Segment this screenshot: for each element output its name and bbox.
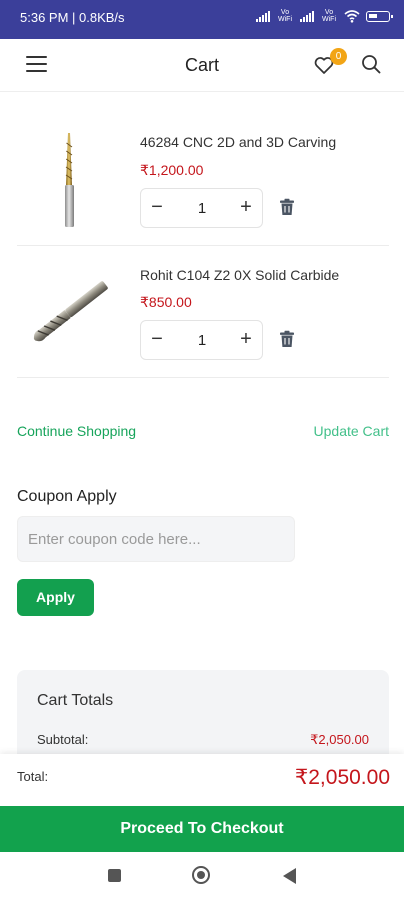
wifi-icon (344, 9, 360, 23)
total-label: Total: (17, 769, 49, 784)
decrease-quantity-button[interactable]: − (145, 328, 169, 352)
status-bar: 5:36 PM | 0.8KB/s Vo WiFi Vo WiFi (0, 0, 404, 39)
system-icons: Vo WiFi Vo WiFi (256, 9, 393, 23)
recent-apps-icon[interactable] (108, 869, 121, 882)
home-icon[interactable] (192, 866, 210, 884)
increase-quantity-button[interactable]: + (234, 328, 258, 352)
continue-shopping-link[interactable]: Continue Shopping (17, 423, 136, 439)
back-icon[interactable] (283, 868, 296, 884)
signal-icon (256, 10, 270, 22)
quantity-stepper: − 1 + (140, 188, 263, 228)
app-header: Cart 0 (0, 39, 404, 92)
product-image-carving-bit (65, 133, 74, 227)
signal-icon-2 (300, 10, 314, 22)
system-nav-bar (0, 852, 404, 900)
status-time: 5:36 PM | 0.8KB/s (20, 10, 125, 25)
volte-label: Vo WiFi (278, 9, 292, 23)
trash-icon[interactable] (279, 330, 295, 348)
quantity-value[interactable]: 1 (177, 200, 227, 217)
proceed-to-checkout-button[interactable]: Proceed To Checkout (0, 806, 404, 852)
subtotal-label: Subtotal: (37, 732, 89, 747)
battery-icon (366, 10, 393, 22)
cart-item: Rohit C104 Z2 0X Solid Carbide ₹850.00 −… (17, 245, 389, 378)
coupon-title: Coupon Apply (17, 488, 117, 505)
product-image-carbide-bit (33, 281, 108, 342)
cart-item: 46284 CNC 2D and 3D Carving ₹1,200.00 − … (17, 113, 389, 246)
decrease-quantity-button[interactable]: − (145, 196, 169, 220)
wishlist-count-badge: 0 (330, 48, 347, 65)
total-value: ₹2,050.00 (294, 766, 390, 789)
product-name[interactable]: 46284 CNC 2D and 3D Carving (140, 134, 336, 150)
quantity-value[interactable]: 1 (177, 332, 227, 349)
order-total-bar: Total: ₹2,050.00 (0, 754, 404, 806)
coupon-code-input[interactable] (17, 516, 295, 562)
apply-coupon-button[interactable]: Apply (17, 579, 94, 616)
subtotal-value: ₹2,050.00 (310, 732, 369, 747)
increase-quantity-button[interactable]: + (234, 196, 258, 220)
product-price: ₹850.00 (140, 294, 192, 310)
product-name[interactable]: Rohit C104 Z2 0X Solid Carbide (140, 267, 339, 283)
search-icon[interactable] (360, 53, 382, 75)
cart-totals-title: Cart Totals (37, 692, 114, 709)
update-cart-link[interactable]: Update Cart (314, 423, 389, 439)
volte-label-2: Vo WiFi (322, 9, 336, 23)
quantity-stepper: − 1 + (140, 320, 263, 360)
product-price: ₹1,200.00 (140, 162, 204, 178)
trash-icon[interactable] (279, 198, 295, 216)
